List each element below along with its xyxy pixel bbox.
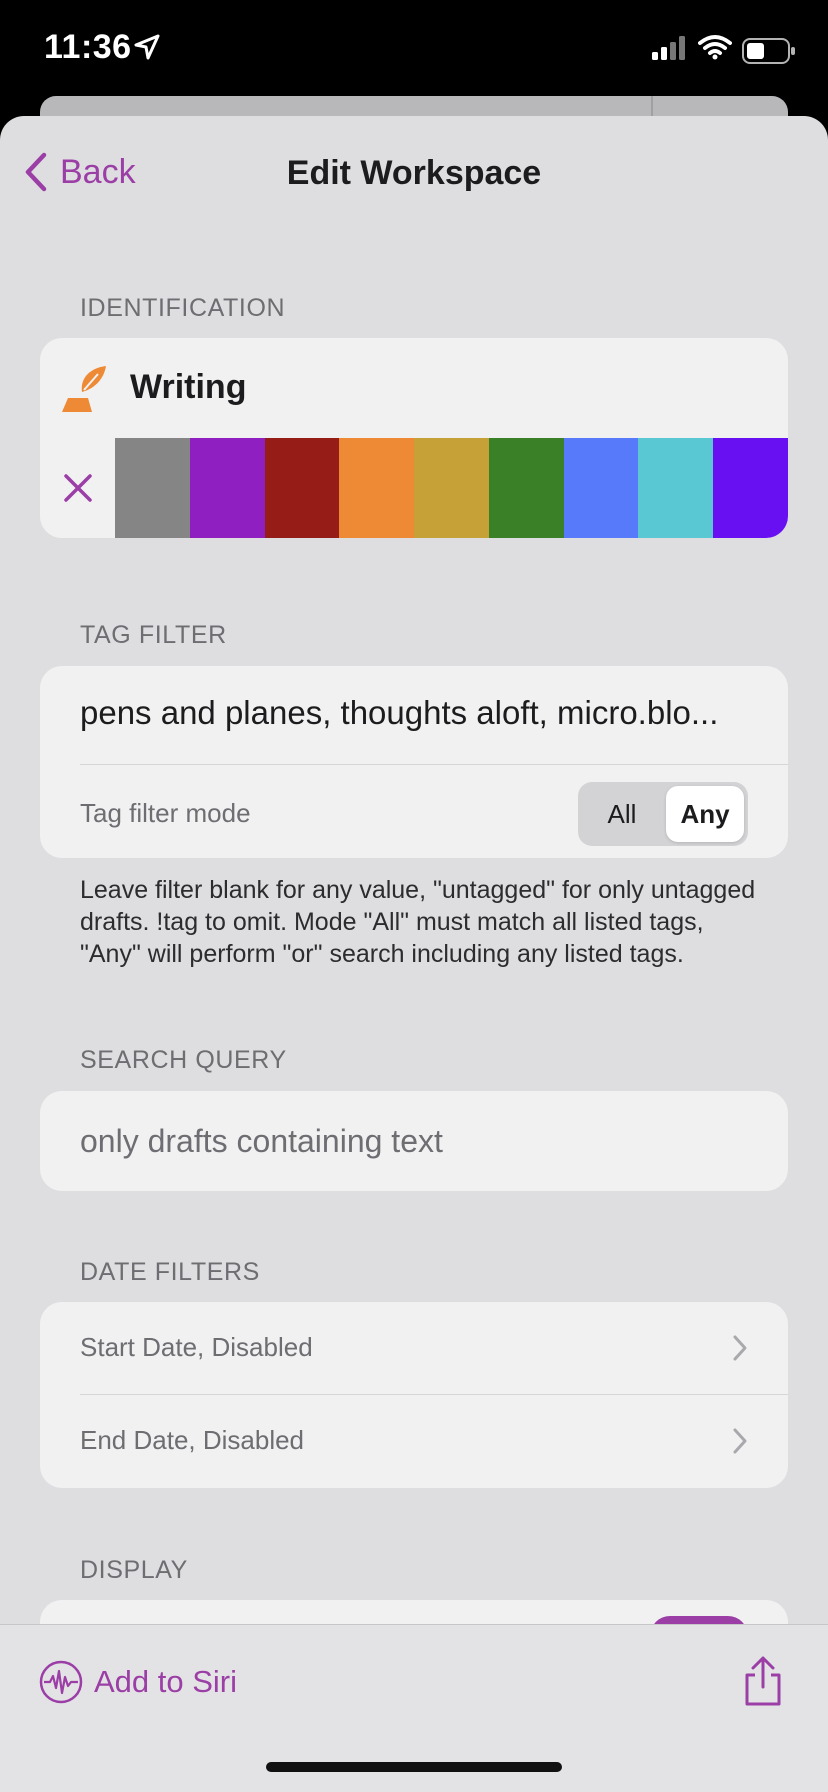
wifi-icon [698,34,732,65]
color-swatch-red[interactable] [264,438,340,538]
color-swatch-blue[interactable] [563,438,639,538]
search-query-card: only drafts containing text [40,1091,788,1191]
color-swatch-green[interactable] [488,438,564,538]
location-arrow-icon [134,34,160,65]
color-swatch-gray[interactable] [115,438,190,538]
color-swatches [40,438,788,538]
home-indicator [266,1762,562,1772]
tag-filter-card: pens and planes, thoughts aloft, micro.b… [40,666,788,858]
tag-filter-help-text: Leave filter blank for any value, "untag… [80,876,756,968]
start-date-row[interactable]: Start Date, Disabled [40,1302,788,1394]
workspace-name-row[interactable]: Writing [40,338,788,438]
tag-filter-mode-control: All Any [578,782,748,846]
tag-filter-field[interactable]: pens and planes, thoughts aloft, micro.b… [80,694,718,732]
mode-any-segment[interactable]: Any [666,786,744,842]
identification-card: Writing [40,338,788,538]
close-icon [63,474,92,502]
add-to-siri-button[interactable]: Add to Siri [38,1659,237,1705]
chevron-right-icon [732,1427,748,1460]
status-time: 11:36 [44,28,132,66]
navigation-bar: Back Edit Workspace [0,116,828,226]
battery-icon [742,38,796,69]
color-swatch-orange[interactable] [339,438,415,538]
page-title: Edit Workspace [286,154,542,192]
quill-pen-icon [58,364,108,419]
color-swatch-violet[interactable] [713,438,788,538]
date-filters-section-label: DATE FILTERS [80,1258,260,1286]
color-swatch-purple[interactable] [189,438,265,538]
status-bar: 11:36 [0,0,828,100]
tag-filter-section-label: TAG FILTER [80,621,227,649]
search-query-input[interactable]: only drafts containing text [80,1123,443,1160]
siri-waveform-icon [39,1660,83,1704]
start-date-label: Start Date, Disabled [80,1332,313,1362]
workspace-name: Writing [130,368,247,406]
end-date-label: End Date, Disabled [80,1425,305,1455]
color-swatch-gold[interactable] [414,438,489,538]
identification-section-label: IDENTIFICATION [80,294,286,322]
edit-workspace-sheet: Back Edit Workspace IDENTIFICATION Writi… [0,116,828,1792]
end-date-row[interactable]: End Date, Disabled [40,1395,788,1487]
share-button[interactable] [742,1655,784,1712]
chevron-right-icon [732,1334,748,1367]
add-to-siri-label: Add to Siri [94,1664,238,1699]
search-query-section-label: SEARCH QUERY [80,1046,287,1074]
date-filters-card: Start Date, Disabled End Date, Disabled [40,1302,788,1488]
tag-filter-mode-label: Tag filter mode [80,798,251,828]
color-swatch-cyan[interactable] [638,438,714,538]
clear-color-button[interactable] [40,438,115,538]
share-icon [745,1656,781,1706]
display-section-label: DISPLAY [80,1556,188,1584]
cellular-signal-icon [652,36,688,65]
divider [80,764,788,765]
mode-all-segment[interactable]: All [582,786,662,842]
